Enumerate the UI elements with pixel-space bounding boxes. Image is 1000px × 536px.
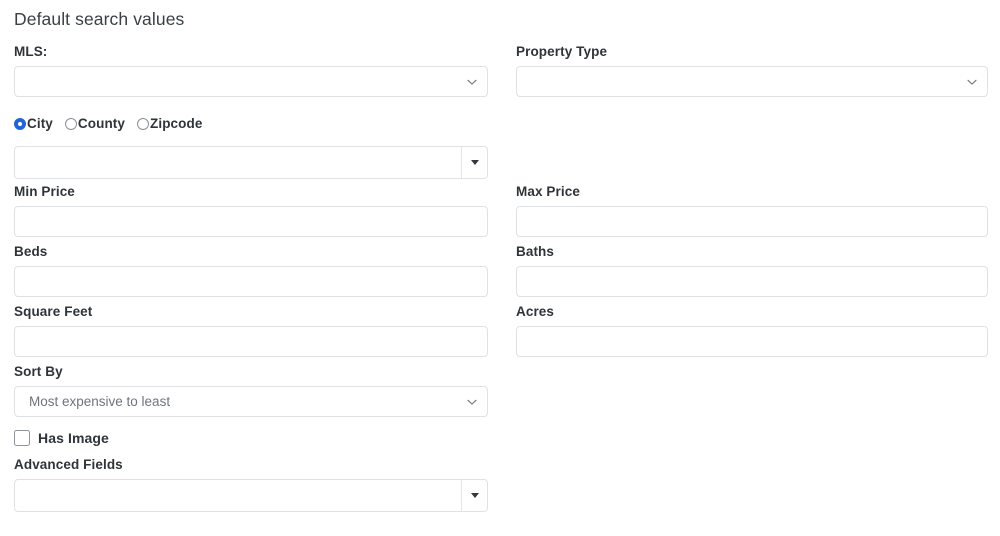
square-feet-field-group: Square Feet (14, 304, 488, 357)
radio-option-city[interactable]: City (14, 116, 53, 132)
radio-option-county[interactable]: County (64, 116, 125, 132)
property-type-label: Property Type (516, 44, 608, 59)
max-price-input[interactable] (516, 206, 988, 237)
radio-indicator-zipcode[interactable] (137, 118, 149, 130)
sort-by-field-group: Sort By Most expensive to least (14, 364, 488, 417)
has-image-checkbox-row[interactable]: Has Image (14, 429, 488, 447)
baths-label: Baths (516, 244, 555, 259)
has-image-label: Has Image (38, 430, 109, 446)
sort-by-select[interactable]: Most expensive to least (14, 386, 488, 417)
acres-label: Acres (516, 304, 555, 319)
radio-indicator-city[interactable] (14, 118, 26, 130)
advanced-fields-label: Advanced Fields (14, 457, 123, 472)
page-title: Default search values (14, 9, 185, 29)
advanced-fields-group: Advanced Fields (14, 457, 488, 512)
beds-field-group: Beds (14, 244, 488, 297)
property-type-select[interactable] (516, 66, 988, 97)
acres-field-group: Acres (516, 304, 988, 357)
property-type-field-group: Property Type (516, 44, 988, 97)
sort-by-select-value: Most expensive to least (29, 394, 171, 409)
caret-down-icon[interactable] (461, 147, 487, 178)
radio-label-zipcode: Zipcode (150, 116, 203, 131)
has-image-checkbox[interactable] (14, 430, 30, 446)
location-combobox[interactable] (14, 146, 488, 179)
default-search-values-page: Default search values MLS: Property Type (0, 0, 1000, 536)
location-scope-group: City County Zipcode (14, 116, 488, 179)
sort-by-label: Sort By (14, 364, 63, 379)
chevron-down-icon (966, 76, 978, 88)
square-feet-label: Square Feet (14, 304, 93, 319)
caret-down-icon[interactable] (461, 480, 487, 511)
mls-label: MLS: (14, 44, 48, 59)
radio-label-city: City (27, 116, 53, 131)
caret-down-glyph (470, 493, 479, 498)
max-price-field-group: Max Price (516, 184, 988, 237)
acres-input[interactable] (516, 326, 988, 357)
min-price-input[interactable] (14, 206, 488, 237)
beds-label: Beds (14, 244, 48, 259)
min-price-field-group: Min Price (14, 184, 488, 237)
min-price-label: Min Price (14, 184, 75, 199)
advanced-fields-combobox[interactable] (14, 479, 488, 512)
max-price-label: Max Price (516, 184, 580, 199)
chevron-down-icon (466, 76, 478, 88)
caret-down-glyph (470, 160, 479, 165)
baths-input[interactable] (516, 266, 988, 297)
mls-field-group: MLS: (14, 44, 488, 97)
advanced-fields-combobox-value[interactable] (15, 480, 461, 511)
radio-option-zipcode[interactable]: Zipcode (137, 116, 202, 132)
chevron-down-icon (466, 396, 478, 408)
location-scope-radio-group: City County Zipcode (14, 116, 488, 132)
beds-input[interactable] (14, 266, 488, 297)
radio-label-county: County (77, 116, 125, 131)
radio-indicator-county[interactable] (64, 118, 77, 130)
square-feet-input[interactable] (14, 326, 488, 357)
location-combobox-value[interactable] (15, 147, 461, 178)
mls-select[interactable] (14, 66, 488, 97)
baths-field-group: Baths (516, 244, 988, 297)
has-image-group: Has Image (14, 429, 488, 447)
